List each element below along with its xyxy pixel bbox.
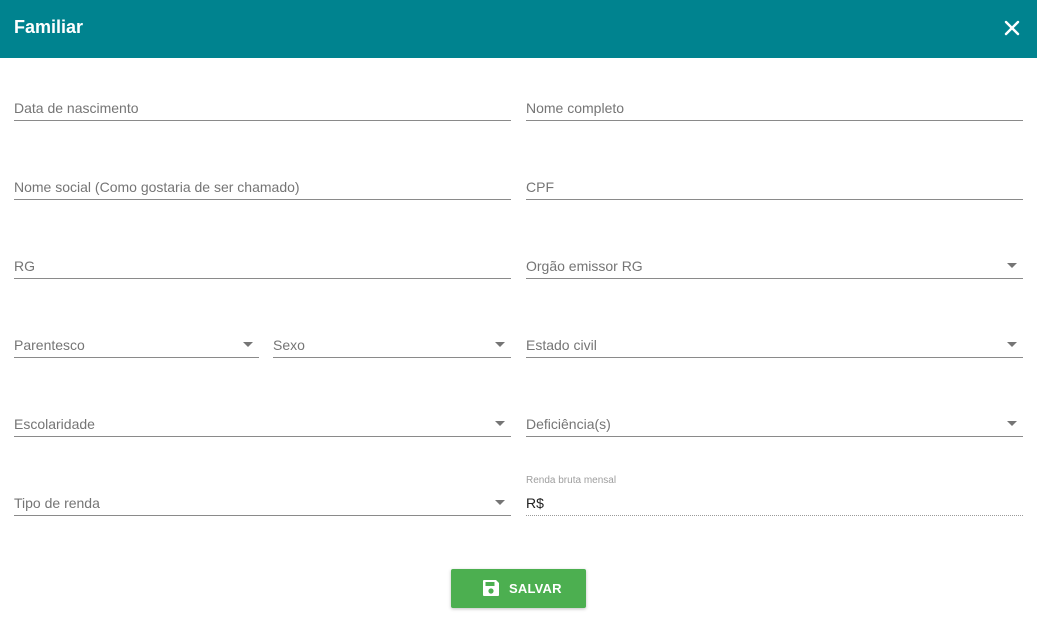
dropdown-arrow-icon — [495, 342, 505, 347]
education-select[interactable]: Escolaridade — [14, 406, 511, 437]
relationship-label: Parentesco — [14, 337, 85, 353]
marital-status-label: Estado civil — [526, 337, 597, 353]
education-label: Escolaridade — [14, 416, 95, 432]
dropdown-arrow-icon — [495, 421, 505, 426]
relationship-select[interactable]: Parentesco — [14, 327, 259, 358]
dropdown-arrow-icon — [1007, 421, 1017, 426]
gross-income-value: R$ — [526, 495, 544, 511]
social-name-field[interactable]: Nome social (Como gostaria de ser chamad… — [14, 169, 511, 200]
cpf-label: CPF — [526, 179, 554, 195]
dropdown-arrow-icon — [495, 500, 505, 505]
income-type-label: Tipo de renda — [14, 495, 100, 511]
save-button-label: SALVAR — [509, 581, 562, 596]
dropdown-arrow-icon — [1007, 342, 1017, 347]
disabilities-select[interactable]: Deficiência(s) — [526, 406, 1023, 437]
disabilities-label: Deficiência(s) — [526, 416, 611, 432]
gross-income-field[interactable]: R$ — [526, 485, 1023, 516]
cpf-field[interactable]: CPF — [526, 169, 1023, 200]
dropdown-arrow-icon — [1007, 263, 1017, 268]
rg-issuer-select[interactable]: Orgão emissor RG — [526, 248, 1023, 279]
birth-date-label: Data de nascimento — [14, 100, 139, 116]
save-button[interactable]: SALVAR — [451, 569, 586, 608]
rg-issuer-label: Orgão emissor RG — [526, 258, 643, 274]
birth-date-field[interactable]: Data de nascimento — [14, 90, 511, 121]
full-name-field[interactable]: Nome completo — [526, 90, 1023, 121]
dialog-title: Familiar — [14, 17, 84, 37]
dialog-header: Familiar — [0, 0, 1037, 58]
social-name-label: Nome social (Como gostaria de ser chamad… — [14, 179, 300, 195]
sex-label: Sexo — [273, 337, 305, 353]
income-type-select[interactable]: Tipo de renda — [14, 485, 511, 516]
rg-field[interactable]: RG — [14, 248, 511, 279]
dropdown-arrow-icon — [243, 342, 253, 347]
close-icon[interactable] — [1001, 17, 1023, 39]
sex-select[interactable]: Sexo — [273, 327, 511, 358]
floppy-disk-icon — [482, 579, 500, 597]
rg-label: RG — [14, 258, 35, 274]
marital-status-select[interactable]: Estado civil — [526, 327, 1023, 358]
full-name-label: Nome completo — [526, 100, 625, 116]
